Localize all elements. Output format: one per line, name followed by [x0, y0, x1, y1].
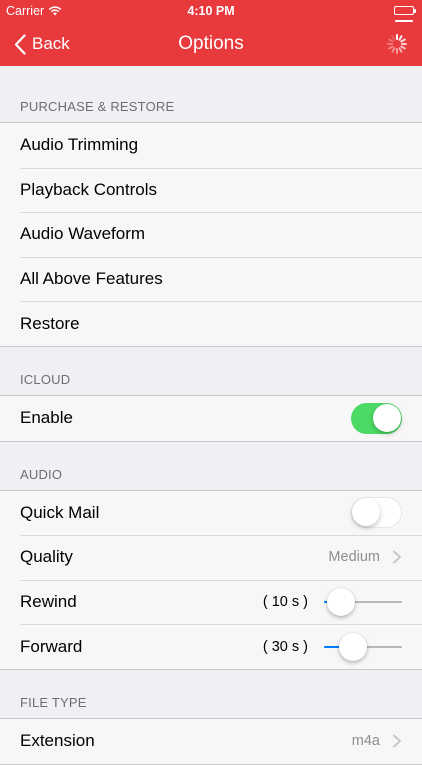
row-label: Forward [20, 636, 83, 656]
row-label: Audio Waveform [20, 224, 146, 244]
extension-row[interactable]: Extension m4a [0, 719, 422, 764]
quick-mail-row: Quick Mail [0, 491, 422, 536]
purchase-item-audio-trimming[interactable]: Audio Trimming [0, 123, 422, 168]
rewind-row: Rewind ( 10 s ) [0, 579, 422, 625]
forward-row: Forward ( 30 s ) [0, 624, 422, 669]
purchase-group: Audio Trimming Playback Controls Audio W… [0, 122, 422, 347]
section-header-icloud: ICLOUD [20, 371, 71, 387]
icloud-group: Enable [0, 394, 422, 442]
row-label: Audio Trimming [20, 135, 139, 155]
section-header-purchase: PURCHASE & RESTORE [20, 99, 175, 114]
row-label: Playback Controls [20, 179, 158, 199]
section-header-file-type: FILE TYPE [20, 694, 87, 710]
activity-spinner-icon [387, 34, 407, 54]
row-label: Restore [20, 313, 80, 333]
quality-value: Medium [328, 549, 380, 566]
purchase-item-all-features[interactable]: All Above Features [0, 256, 422, 302]
slider-thumb[interactable] [339, 632, 367, 661]
purchase-item-restore[interactable]: Restore [0, 301, 422, 346]
rewind-slider[interactable] [324, 588, 402, 617]
rewind-value: ( 10 s ) [262, 594, 308, 611]
icloud-enable-toggle[interactable] [351, 402, 402, 434]
forward-slider[interactable] [324, 632, 402, 661]
slider-thumb[interactable] [326, 588, 355, 617]
status-time: 4:10 PM [187, 4, 235, 18]
row-label: Extension [20, 731, 95, 751]
row-label: Enable [20, 408, 73, 428]
quality-row[interactable]: Quality Medium [0, 535, 422, 580]
settings-table: PURCHASE & RESTORE Audio Trimming Playba… [0, 66, 422, 765]
row-label: All Above Features [20, 269, 163, 289]
quick-mail-toggle[interactable] [351, 497, 402, 529]
navigation-bar: Back Options [0, 22, 422, 66]
purchase-item-playback-controls[interactable]: Playback Controls [0, 167, 422, 213]
row-label: Quality [20, 547, 73, 567]
chevron-right-icon [393, 550, 401, 564]
icloud-enable-row: Enable [0, 396, 422, 441]
battery-icon [394, 6, 416, 27]
extension-value: m4a [351, 733, 380, 750]
page-title: Options [178, 33, 244, 54]
status-bar: Carrier 4:10 PM [0, 0, 422, 27]
audio-group: Quick Mail Quality Medium Rewind ( 10 s … [0, 489, 422, 670]
purchase-item-audio-waveform[interactable]: Audio Waveform [0, 212, 422, 257]
file-type-group: Extension m4a [0, 717, 422, 765]
chevron-right-icon [393, 734, 401, 748]
section-header-audio: AUDIO [20, 466, 63, 482]
row-label: Rewind [20, 592, 77, 612]
forward-value: ( 30 s ) [262, 638, 308, 655]
row-label: Quick Mail [20, 502, 100, 522]
